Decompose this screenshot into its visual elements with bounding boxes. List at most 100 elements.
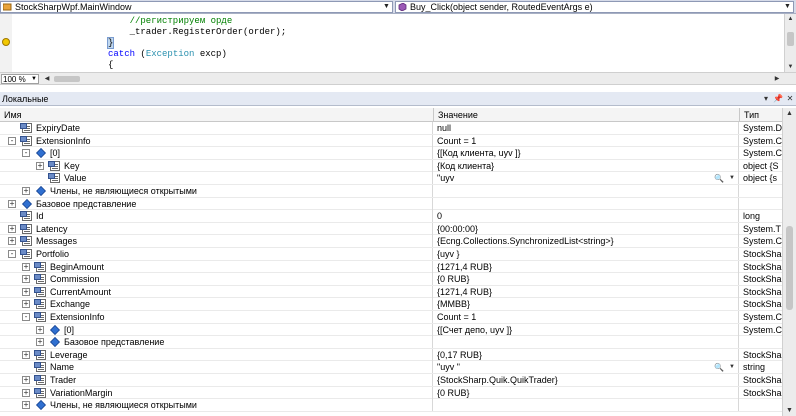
editor-vertical-scrollbar[interactable]: ▲ ▼: [784, 14, 796, 72]
expand-icon[interactable]: +: [22, 287, 30, 296]
expand-icon[interactable]: +: [22, 275, 30, 284]
name-cell[interactable]: + BeginAmount: [0, 260, 433, 273]
table-row[interactable]: + Exchange {MMBB} StockSha: [0, 298, 782, 311]
name-cell[interactable]: + Messages: [0, 235, 433, 248]
close-icon[interactable]: ✕: [784, 93, 796, 105]
scroll-up-icon[interactable]: ▲: [783, 108, 796, 119]
table-row[interactable]: + VariationMargin {0 RUB} StockSha: [0, 386, 782, 400]
table-row[interactable]: - [0] {[Код клиента, uyv ]} System.C: [0, 147, 782, 160]
window-menu-chevron-icon[interactable]: ▾: [760, 93, 772, 105]
value-cell[interactable]: {0 RUB}: [434, 386, 739, 399]
table-row[interactable]: ExpiryDate null System.D: [0, 122, 782, 135]
table-row[interactable]: + Leverage {0,17 RUB} StockSha: [0, 348, 782, 362]
expand-icon[interactable]: +: [22, 376, 30, 384]
table-row[interactable]: + Trader {StockSharp.Quik.QuikTrader} Stock…: [0, 374, 782, 387]
collapse-icon[interactable]: -: [8, 136, 16, 145]
table-row[interactable]: - Portfolio {uyv } StockSha: [0, 248, 782, 261]
scrollbar-thumb[interactable]: [787, 32, 794, 46]
table-row[interactable]: Id 0 long: [0, 210, 782, 223]
value-cell[interactable]: {00:00:00}: [434, 222, 739, 235]
chevron-down-icon[interactable]: ▼: [729, 172, 735, 184]
table-row[interactable]: - ExtensionInfo Count = 1 System.C: [0, 311, 782, 324]
code-line[interactable]: _trader.RegisterOrder(order);: [108, 27, 287, 38]
name-cell[interactable]: + Базовое представление: [0, 336, 433, 349]
expand-icon[interactable]: +: [22, 388, 30, 397]
scrollbar-thumb[interactable]: [786, 226, 793, 310]
class-dropdown[interactable]: StockSharpWpf.MainWindow ▼: [0, 1, 393, 13]
locals-vertical-scrollbar[interactable]: ▲ ▼: [782, 108, 796, 416]
code-line[interactable]: {: [108, 60, 113, 71]
table-row[interactable]: + Key {Код клиента} object {S: [0, 159, 782, 173]
expand-icon[interactable]: +: [8, 199, 16, 208]
name-cell[interactable]: - Portfolio: [0, 248, 433, 260]
value-cell[interactable]: {1271,4 RUB}: [434, 260, 739, 273]
scroll-down-icon[interactable]: ▼: [785, 62, 796, 72]
chevron-down-icon[interactable]: ▼: [729, 361, 735, 373]
text-visualizer-icon[interactable]: 🔍: [714, 173, 724, 184]
value-cell[interactable]: [434, 197, 739, 210]
value-cell[interactable]: Count = 1: [434, 134, 739, 147]
locals-grid[interactable]: ExpiryDate null System.D - ExtensionInfo Coun…: [0, 122, 782, 416]
code-line[interactable]: catch (Exception excp): [108, 49, 227, 60]
collapse-icon[interactable]: -: [8, 250, 16, 258]
name-cell[interactable]: - ExtensionInfo: [0, 311, 433, 323]
expand-icon[interactable]: +: [8, 237, 16, 246]
table-row[interactable]: + Члены, не являющиеся открытыми: [0, 399, 782, 412]
expand-icon[interactable]: +: [22, 401, 30, 410]
column-header-value[interactable]: Значение: [434, 108, 740, 122]
name-cell[interactable]: ExpiryDate: [0, 122, 433, 134]
value-cell[interactable]: "uyv 🔍 ▼: [434, 172, 739, 185]
value-cell[interactable]: {Код клиента}: [434, 159, 739, 172]
editor-gutter[interactable]: [0, 14, 12, 72]
value-cell[interactable]: {0,17 RUB}: [434, 348, 739, 361]
value-cell[interactable]: {MMBB}: [434, 298, 739, 311]
value-cell[interactable]: {StockSharp.Quik.QuikTrader}: [434, 374, 739, 386]
pin-icon[interactable]: 📌: [772, 93, 784, 105]
name-cell[interactable]: + Trader: [0, 374, 433, 386]
collapse-icon[interactable]: -: [22, 149, 30, 158]
name-cell[interactable]: + Exchange: [0, 298, 433, 311]
value-cell[interactable]: null: [434, 122, 739, 134]
column-header-type[interactable]: Тип: [740, 108, 782, 122]
value-cell[interactable]: {[Код клиента, uyv ]}: [434, 147, 739, 160]
scrollbar-thumb[interactable]: [54, 76, 80, 82]
name-cell[interactable]: + Члены, не являющиеся открытыми: [0, 185, 433, 197]
table-row[interactable]: + BeginAmount {1271,4 RUB} StockSha: [0, 260, 782, 274]
name-cell[interactable]: Id: [0, 210, 433, 223]
name-cell[interactable]: + CurrentAmount: [0, 285, 433, 298]
text-visualizer-icon[interactable]: 🔍: [714, 362, 724, 373]
member-dropdown[interactable]: Buy_Click(object sender, RoutedEventArgs…: [395, 1, 794, 13]
table-row[interactable]: + Latency {00:00:00} System.T: [0, 222, 782, 236]
value-cell[interactable]: 0: [434, 210, 739, 223]
table-row[interactable]: + Базовое представление: [0, 336, 782, 349]
table-row[interactable]: + Messages {Ecng.Collections.SynchronizedL…: [0, 235, 782, 248]
expand-icon[interactable]: +: [8, 224, 16, 233]
value-cell[interactable]: {uyv }: [434, 248, 739, 260]
value-cell[interactable]: {0 RUB}: [434, 273, 739, 286]
code-editor[interactable]: //регистрируем орде _trader.RegisterOrde…: [0, 14, 796, 72]
table-row[interactable]: - ExtensionInfo Count = 1 System.C: [0, 134, 782, 148]
table-row[interactable]: + Члены, не являющиеся открытыми: [0, 185, 782, 198]
value-cell[interactable]: "uyv " 🔍 ▼: [434, 361, 739, 374]
expand-icon[interactable]: +: [36, 338, 44, 347]
name-cell[interactable]: + Члены, не являющиеся открытыми: [0, 399, 433, 412]
value-cell[interactable]: Count = 1: [434, 311, 739, 323]
name-cell[interactable]: + Leverage: [0, 348, 433, 361]
value-cell[interactable]: [434, 185, 739, 197]
editor-horizontal-scrollbar[interactable]: ◀ ▶: [42, 74, 782, 84]
name-cell[interactable]: + Key: [0, 159, 433, 172]
name-cell[interactable]: - ExtensionInfo: [0, 134, 433, 147]
expand-icon[interactable]: +: [22, 350, 30, 359]
value-cell[interactable]: {[Счет депо, uyv ]}: [434, 323, 739, 336]
table-row[interactable]: + Commission {0 RUB} StockSha: [0, 273, 782, 286]
table-row[interactable]: + [0] {[Счет депо, uyv ]} System.C: [0, 323, 782, 337]
name-cell[interactable]: + Базовое представление: [0, 197, 433, 210]
table-row[interactable]: + CurrentAmount {1271,4 RUB} StockSha: [0, 285, 782, 299]
scroll-left-icon[interactable]: ◀: [42, 74, 52, 84]
column-header-name[interactable]: Имя: [0, 108, 434, 122]
name-cell[interactable]: + Commission: [0, 273, 433, 286]
scroll-down-icon[interactable]: ▼: [783, 405, 796, 416]
scroll-right-icon[interactable]: ▶: [772, 74, 782, 84]
expand-icon[interactable]: +: [36, 161, 44, 170]
expand-icon[interactable]: +: [22, 187, 30, 195]
